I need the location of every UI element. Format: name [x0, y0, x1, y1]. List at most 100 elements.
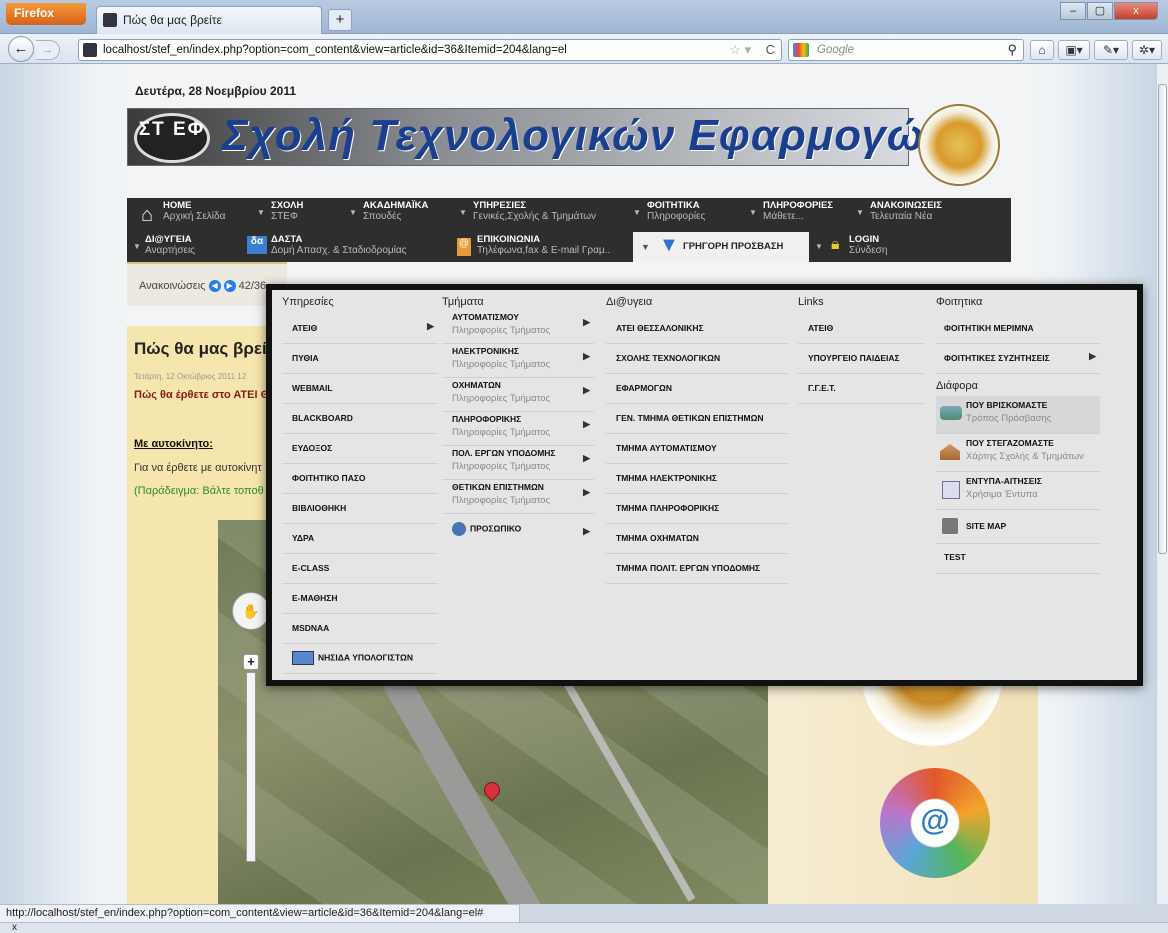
services-item[interactable]: ΝΗΣΙΔΑ ΥΠΟΛΟΓΙΣΤΩΝ	[282, 644, 438, 674]
services-item[interactable]: MSDNAA	[282, 614, 438, 644]
addon-bar: x	[0, 922, 1168, 933]
article-by-car-text: Για να έρθετε με αυτοκίνητ	[134, 462, 262, 474]
maximize-button[interactable]: ▢	[1087, 2, 1113, 20]
firefox-menu-button[interactable]: Firefox	[6, 3, 86, 25]
staff-item[interactable]: ΠΡΟΣΩΠΙΚΟ ▶	[442, 514, 594, 548]
services-item[interactable]: E-CLASS	[282, 554, 438, 584]
department-item[interactable]: ΗΛΕΚΤΡΟΝΙΚΗΣ Πληροφορίες Τμήματος ▶	[442, 344, 594, 378]
services-item[interactable]: ΦΟΙΤΗΤΙΚΟ ΠΑΣΟ	[282, 464, 438, 494]
department-item[interactable]: ΟΧΗΜΑΤΩΝ Πληροφορίες Τμήματος ▶	[442, 378, 594, 412]
menu-item-services[interactable]: ▼ ΥΠΗΡΕΣΙΕΣ Γενικές,Σχολής & Τμημάτων	[459, 200, 597, 222]
tools-button[interactable]: ✲▾	[1132, 40, 1162, 60]
menu-item-contact[interactable]: @ ΕΠΙΚΟΙΝΩΝΙΑ Τηλέφωνα,fax & E-mail Γραμ…	[457, 234, 610, 256]
menu-item-dasta[interactable]: δα ΔΑΣΤΑ Δομή Απασχ. & Σταδιοδρομίας	[247, 234, 406, 256]
student-heading: Φοιτητικα	[936, 296, 983, 308]
search-box[interactable]: Google ⚲	[788, 39, 1024, 61]
services-item[interactable]: WEBMAIL	[282, 374, 438, 404]
prev-announcement-icon[interactable]: ◀	[208, 280, 221, 293]
map-pan-icon[interactable]: ✋	[232, 592, 270, 630]
diavgeia-item[interactable]: ΤΜΗΜΑ ΑΥΤΟΜΑΤΙΣΜΟΥ	[606, 434, 788, 464]
search-engine-icon[interactable]	[793, 43, 809, 57]
diavgeia-item[interactable]: ΣΧΟΛΗΣ ΤΕΧΝΟΛΟΓΙΚΩΝ	[606, 344, 788, 374]
link-item[interactable]: ΥΠΟΥΡΓΕΙΟ ΠΑΙΔΕΙΑΣ	[798, 344, 924, 374]
close-window-button[interactable]: x	[1114, 2, 1158, 20]
chevron-down-icon: ▼	[257, 208, 265, 217]
addon-button[interactable]: ✎▾	[1094, 40, 1128, 60]
diavgeia-item[interactable]: ΤΜΗΜΑ ΠΛΗΡΟΦΟΡΙΚΗΣ	[606, 494, 788, 524]
diavgeia-item[interactable]: ΓΕΝ. ΤΜΗΜΑ ΘΕΤΙΚΩΝ ΕΠΙΣΤΗΜΩΝ	[606, 404, 788, 434]
person-icon	[452, 522, 466, 536]
menu-item-subtitle: Γενικές,Σχολής & Τμημάτων	[473, 211, 597, 222]
url-bar[interactable]: localhost/stef_en/index.php?option=com_c…	[78, 39, 782, 61]
reload-icon[interactable]: C	[766, 42, 775, 57]
department-item[interactable]: ΑΥΤΟΜΑΤΙΣΜΟΥ Πληροφορίες Τμήματος ▶	[442, 310, 594, 344]
misc-item[interactable]: ΠΟΥ ΒΡΙΣΚΟΜΑΣΤΕ Τρόπος Πρόσβασης	[936, 396, 1100, 434]
diavgeia-item[interactable]: ΤΜΗΜΑ ΠΟΛΙΤ. ΕΡΓΩΝ ΥΠΟΔΟΜΗΣ	[606, 554, 788, 584]
services-item[interactable]: ΥΔΡΑ	[282, 524, 438, 554]
bookmarks-menu-button[interactable]: ▣▾	[1058, 40, 1090, 60]
new-tab-button[interactable]: +	[328, 9, 352, 31]
menu-item-school[interactable]: ▼ ΣΧΟΛΗ ΣΤΕΦ	[257, 200, 303, 222]
menu-item-announcements[interactable]: ▼ ΑΝΑΚΟΙΝΩΣΕΙΣ Τελευταία Νέα	[856, 200, 942, 222]
minimize-button[interactable]: –	[1060, 2, 1086, 20]
misc-item[interactable]: ΠΟΥ ΣΤΕΓΑΖΟΜΑΣΤΕ Χάρτης Σχολής & Τμημάτων	[936, 434, 1100, 472]
zoom-slider[interactable]	[246, 672, 256, 862]
department-item[interactable]: ΘΕΤΙΚΩΝ ΕΠΙΣΤΗΜΩΝ Πληροφορίες Τμήματος ▶	[442, 480, 594, 514]
site-banner[interactable]: ΣΤ ΕΦ Σχολή Τεχνολογικών Εφαρμογών	[127, 108, 949, 166]
navigation-toolbar: ← → localhost/stef_en/index.php?option=c…	[0, 34, 1168, 64]
menu-item-info[interactable]: ▼ ΠΛΗΡΟΦΟΡΙΕΣ Μάθετε...	[749, 200, 833, 222]
quick-access-menu[interactable]: ▼ ▼ ΓΡΗΓΟΡΗ ΠΡΟΣΒΑΣΗ	[633, 232, 809, 262]
services-item[interactable]: Ε-ΜΑΘΗΣΗ	[282, 584, 438, 614]
diavgeia-item[interactable]: ΑΤΕΙ ΘΕΣΣΑΛΟΝΙΚΗΣ	[606, 314, 788, 344]
chevron-down-icon: ▼	[641, 242, 650, 252]
misc-item[interactable]: SITE MAP	[936, 510, 1100, 544]
department-item[interactable]: ΠΟΛ. ΕΡΓΩΝ ΥΠΟΔΟΜΗΣ Πληροφορίες Τμήματος ▶	[442, 446, 594, 480]
services-item[interactable]: ΑΤΕΙΘ ▶	[282, 314, 438, 344]
scrollbar-thumb[interactable]	[1158, 84, 1167, 554]
services-item[interactable]: ΠΥΘΙΑ	[282, 344, 438, 374]
menu-item-academics[interactable]: ▼ ΑΚΑΔΗΜΑΪΚΑ Σπουδές	[349, 200, 428, 222]
search-icon[interactable]: ⚲	[1007, 42, 1017, 58]
department-item[interactable]: ΠΛΗΡΟΦΟΡΙΚΗΣ Πληροφορίες Τμήματος ▶	[442, 412, 594, 446]
menu-item-diavgeia[interactable]: ▼ ΔΙ@ΥΓΕΙΑ Αναρτήσεις	[133, 234, 195, 256]
zoom-in-icon[interactable]: +	[243, 654, 259, 670]
link-item[interactable]: ΑΤΕΙΘ	[798, 314, 924, 344]
services-item[interactable]: BLACKBOARD	[282, 404, 438, 434]
browser-tab[interactable]: Πώς θα μας βρείτε	[96, 6, 322, 34]
menu-item-subtitle: Τηλέφωνα,fax & E-mail Γραμ..	[477, 245, 611, 256]
quick-access-label: ΓΡΗΓΟΡΗ ΠΡΟΣΒΑΣΗ	[683, 241, 784, 252]
home-button[interactable]: ⌂	[1030, 40, 1054, 60]
close-addon-bar-icon[interactable]: x	[12, 922, 17, 933]
accessibility-logo[interactable]: @	[880, 768, 990, 878]
menu-item-student[interactable]: ▼ ΦΟΙΤΗΤΙΚΑ Πληροφορίες	[633, 200, 705, 222]
article-example-text: (Παράδειγμα: Βάλτε τοποθ	[134, 485, 264, 497]
chevron-down-icon: ▼	[815, 242, 823, 251]
chevron-down-icon: ▼	[459, 208, 467, 217]
misc-item[interactable]: TEST	[936, 544, 1100, 574]
article-intro: Πώς θα έρθετε στο ΑΤΕΙ Θ	[134, 389, 266, 401]
misc-item[interactable]: ΕΝΤΥΠΑ-ΑΙΤΗΣΕΙΣ Χρήσιμα Έντυπα	[936, 472, 1100, 510]
chevron-right-icon: ▶	[583, 419, 590, 429]
menu-item-title: ΦΟΙΤΗΤΙΚΑ	[647, 200, 700, 211]
main-menu-row-2: ▼ ΔΙ@ΥΓΕΙΑ Αναρτήσεις δα ΔΑΣΤΑ Δομή Απασ…	[127, 232, 1011, 262]
back-button[interactable]: ←	[8, 36, 34, 62]
menu-item-home[interactable]: ⌂ HOME Αρχική Σελίδα	[135, 200, 225, 226]
chevron-right-icon: ▶	[583, 385, 590, 395]
map-zoom-control[interactable]: ✋ +	[232, 592, 270, 862]
services-item[interactable]: ΒΙΒΛΙΟΘΗΚΗ	[282, 494, 438, 524]
student-item[interactable]: ΦΟΙΤΗΤΙΚΕΣ ΣΥΖΗΤΗΣΕΙΣ ▶	[936, 344, 1100, 374]
vertical-scrollbar[interactable]	[1156, 64, 1168, 904]
link-item[interactable]: Γ.Γ.Ε.Τ.	[798, 374, 924, 404]
diavgeia-item[interactable]: ΤΜΗΜΑ ΗΛΕΚΤΡΟΝΙΚΗΣ	[606, 464, 788, 494]
services-item[interactable]: ΕΥΔΟΞΟΣ	[282, 434, 438, 464]
computer-lab-icon	[292, 651, 314, 665]
forward-button[interactable]: →	[36, 40, 60, 60]
next-announcement-icon[interactable]: ▶	[223, 280, 236, 293]
map-marker-icon[interactable]	[480, 778, 504, 802]
student-item[interactable]: ΦΟΙΤΗΤΙΚΗ ΜΕΡΙΜΝΑ	[936, 314, 1100, 344]
bookmark-star-icon[interactable]: ☆ ▾	[729, 42, 751, 58]
diavgeia-item[interactable]: ΕΦΑΡΜΟΓΩΝ	[606, 374, 788, 404]
announcements-label[interactable]: Ανακοινώσεις	[139, 280, 205, 292]
diavgeia-item[interactable]: ΤΜΗΜΑ ΟΧΗΜΑΤΩΝ	[606, 524, 788, 554]
menu-item-login[interactable]: ▼ 🔒︎ LOGIN Σύνδεση	[815, 234, 887, 256]
